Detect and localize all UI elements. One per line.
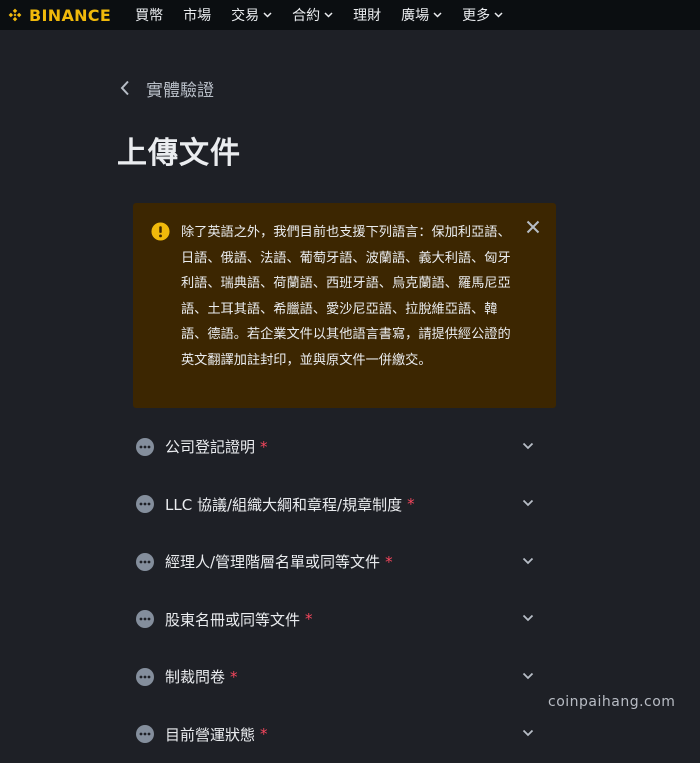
doc-row-operating-status[interactable]: 目前營運狀態 * <box>136 706 546 763</box>
doc-label: 公司登記證明 <box>165 436 255 457</box>
doc-label: 經理人/管理階層名單或同等文件 <box>165 551 380 572</box>
chevron-left-icon <box>120 80 130 96</box>
more-dots-icon <box>136 553 154 571</box>
nav-item-buy[interactable]: 買幣 <box>135 5 163 25</box>
top-navigation: BINANCE 買幣 市場 交易 合約 理財 廣場 更多 <box>0 0 700 30</box>
doc-row-company-registration[interactable]: 公司登記證明 * <box>136 418 546 476</box>
nav-label: 市場 <box>183 5 211 25</box>
chevron-down-icon[interactable] <box>522 729 534 737</box>
nav-item-more[interactable]: 更多 <box>462 5 503 25</box>
doc-label: 股東名冊或同等文件 <box>165 609 300 630</box>
doc-row-managers-list[interactable]: 經理人/管理階層名單或同等文件 * <box>136 533 546 591</box>
required-asterisk: * <box>260 725 268 743</box>
more-dots-icon <box>136 668 154 686</box>
document-list: 公司登記證明 * LLC 協議/組織大綱和章程/規章制度 * 經理人/管理階層名… <box>136 418 546 763</box>
chevron-down-icon[interactable] <box>522 442 534 450</box>
chevron-down-icon[interactable] <box>522 499 534 507</box>
binance-logo[interactable]: BINANCE <box>6 6 111 25</box>
doc-label: LLC 協議/組織大綱和章程/規章制度 <box>165 494 402 515</box>
watermark: coinpaihang.com <box>548 694 675 710</box>
chevron-down-icon <box>263 12 272 18</box>
binance-diamond-icon <box>6 6 24 24</box>
chevron-down-icon <box>433 12 442 18</box>
warning-icon <box>151 222 170 241</box>
required-asterisk: * <box>385 553 393 571</box>
chevron-down-icon[interactable] <box>522 614 534 622</box>
required-asterisk: * <box>230 668 238 686</box>
nav-label: 交易 <box>231 5 259 25</box>
required-asterisk: * <box>305 610 313 628</box>
nav-label: 買幣 <box>135 5 163 25</box>
chevron-down-icon <box>494 12 503 18</box>
nav-item-futures[interactable]: 合約 <box>292 5 333 25</box>
doc-row-llc-agreement[interactable]: LLC 協議/組織大綱和章程/規章制度 * <box>136 476 546 534</box>
nav-item-markets[interactable]: 市場 <box>183 5 211 25</box>
nav-label: 理財 <box>353 5 381 25</box>
language-notice: 除了英語之外，我們目前也支援下列語言：保加利亞語、日語、俄語、法語、葡萄牙語、波… <box>133 203 556 408</box>
nav-item-earn[interactable]: 理財 <box>353 5 381 25</box>
required-asterisk: * <box>260 438 268 456</box>
nav-label: 更多 <box>462 5 490 25</box>
nav-label: 合約 <box>292 5 320 25</box>
more-dots-icon <box>136 610 154 628</box>
chevron-down-icon <box>324 12 333 18</box>
nav-item-square[interactable]: 廣場 <box>401 5 442 25</box>
back-label: 實體驗證 <box>146 76 214 101</box>
nav-label: 廣場 <box>401 5 429 25</box>
doc-row-sanctions-questionnaire[interactable]: 制裁問卷 * <box>136 648 546 706</box>
chevron-down-icon[interactable] <box>522 672 534 680</box>
more-dots-icon <box>136 495 154 513</box>
doc-row-shareholder-register[interactable]: 股東名冊或同等文件 * <box>136 591 546 649</box>
close-icon[interactable] <box>526 220 540 234</box>
doc-label: 制裁問卷 <box>165 666 225 687</box>
more-dots-icon <box>136 438 154 456</box>
notice-text: 除了英語之外，我們目前也支援下列語言：保加利亞語、日語、俄語、法語、葡萄牙語、波… <box>181 220 515 373</box>
doc-label: 目前營運狀態 <box>165 724 255 745</box>
back-link[interactable]: 實體驗證 <box>120 74 214 102</box>
chevron-down-icon[interactable] <box>522 557 534 565</box>
page-title: 上傳文件 <box>117 128 241 172</box>
required-asterisk: * <box>407 495 415 513</box>
more-dots-icon <box>136 725 154 743</box>
nav-item-trade[interactable]: 交易 <box>231 5 272 25</box>
brand-name: BINANCE <box>29 6 111 25</box>
